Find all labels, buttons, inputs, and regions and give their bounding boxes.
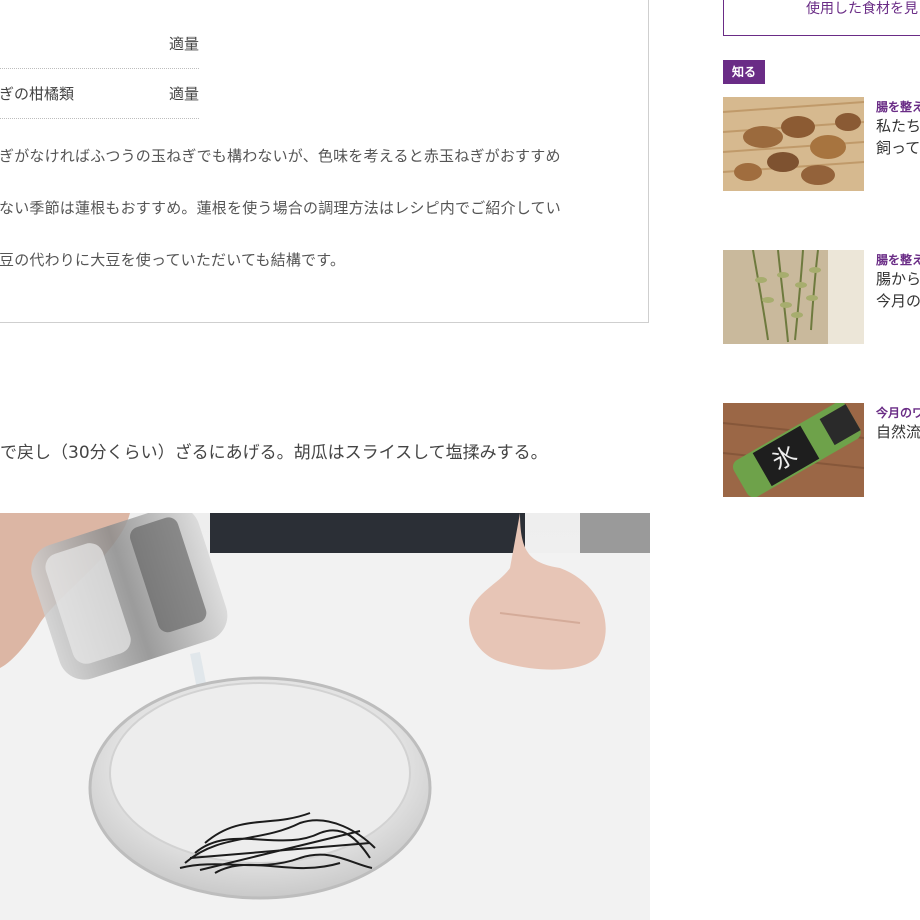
article-category: 腸を整え	[876, 253, 920, 267]
recipe-step-text: で戻し（30分くらい）ざるにあげる。胡瓜はスライスして塩揉みする。	[0, 443, 548, 463]
sake-bottle-photo: 氷	[723, 403, 864, 497]
ingredient-note: 豆の代わりに大豆を使っていただいても結構です。	[0, 251, 346, 269]
root-vegetables-photo	[723, 97, 864, 191]
ingredient-notes-box: 適量 ぎの柑橘類 適量 ぎがなければふつうの玉ねぎでも構わないが、色味を考えると…	[0, 0, 649, 323]
article-category: 腸を整え	[876, 100, 920, 114]
article-card[interactable]: 腸を整え 腸から 今月の	[723, 250, 920, 344]
ingredient-note: ぎがなければふつうの玉ねぎでも構わないが、色味を考えると赤玉ねぎがおすすめ	[0, 147, 561, 165]
article-thumbnail[interactable]	[723, 97, 864, 191]
category-label-know: 知る	[723, 60, 765, 84]
article-title[interactable]: 腸から 今月の	[876, 268, 920, 312]
ingredient-name: ぎの柑橘類	[0, 85, 75, 103]
pouring-water-into-bowl-photo	[0, 513, 650, 920]
recipe-step-photo	[0, 513, 650, 920]
ingredient-note: ない季節は蓮根もおすすめ。蓮根を使う場合の調理方法はレシピ内でご紹介してい	[0, 199, 561, 217]
ingredient-row: 適量	[0, 18, 199, 69]
ingredient-amount: 適量	[168, 35, 199, 53]
article-card[interactable]: 腸を整え 私たち 飼って	[723, 97, 920, 191]
article-category: 今月のワ	[876, 406, 920, 420]
article-thumbnail[interactable]: 氷	[723, 403, 864, 497]
used-ingredients-button[interactable]: 使用した食材を見	[723, 0, 920, 36]
dried-grass-photo	[723, 250, 864, 344]
article-card[interactable]: 氷 今月のワ 自然流	[723, 403, 920, 497]
ingredient-row: ぎの柑橘類 適量	[0, 68, 199, 119]
ingredient-amount: 適量	[168, 85, 199, 103]
article-title[interactable]: 自然流	[876, 421, 920, 443]
article-thumbnail[interactable]	[723, 250, 864, 344]
article-title[interactable]: 私たち 飼って	[876, 115, 920, 159]
